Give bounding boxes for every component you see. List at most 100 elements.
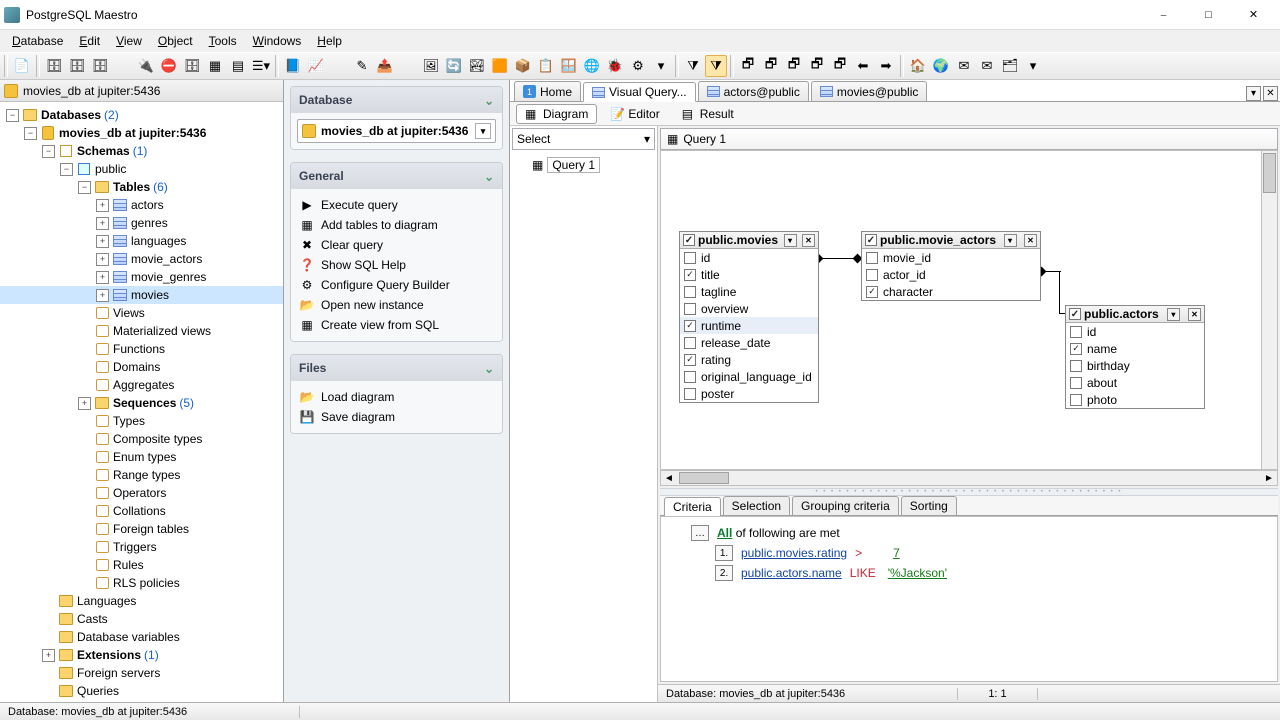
column-release_date[interactable]: release_date	[680, 334, 818, 351]
column-character[interactable]: ✓character	[862, 283, 1040, 300]
menu-windows[interactable]: Windows	[245, 32, 310, 50]
column-title[interactable]: ✓title	[680, 266, 818, 283]
tool-refresh-icon[interactable]: 🔄	[443, 55, 465, 77]
column-overview[interactable]: overview	[680, 300, 818, 317]
close-icon[interactable]: ✕	[1188, 308, 1201, 321]
tool-connect-icon[interactable]: 🔌	[135, 55, 157, 77]
action-create-view-from-sql[interactable]: ▦Create view from SQL	[297, 315, 496, 335]
table-genres[interactable]: +genres	[0, 214, 283, 232]
node-views[interactable]: Views	[0, 304, 283, 322]
tool-copy-icon[interactable]: 📋	[535, 55, 557, 77]
column-checkbox[interactable]	[684, 371, 696, 383]
node-collations[interactable]: Collations	[0, 502, 283, 520]
menu-database[interactable]: Database	[4, 32, 71, 50]
action-load-diagram[interactable]: 📂Load diagram	[297, 387, 496, 407]
tool-sql-icon[interactable]: 📘	[282, 55, 304, 77]
column-checkbox[interactable]: ✓	[1070, 343, 1082, 355]
action-configure-query-builder[interactable]: ⚙Configure Query Builder	[297, 275, 496, 295]
column-checkbox[interactable]: ✓	[684, 269, 696, 281]
query-node[interactable]: ▦Query 1	[514, 156, 653, 174]
action-open-new-instance[interactable]: 📂Open new instance	[297, 295, 496, 315]
select-all-checkbox[interactable]: ✓	[683, 234, 695, 246]
criteria-row[interactable]: 1.public.movies.rating>7	[667, 543, 1271, 563]
diagram-canvas[interactable]: ✓public.movies▾✕ id✓titletaglineoverview…	[660, 150, 1278, 470]
tool-img-icon[interactable]: 🖼	[420, 55, 442, 77]
node-types[interactable]: Types	[0, 412, 283, 430]
viewtab-diagram[interactable]: ▦Diagram	[516, 104, 597, 124]
tool-mail-icon[interactable]: ✉	[953, 55, 975, 77]
column-poster[interactable]: poster	[680, 385, 818, 402]
tool-export-icon[interactable]: 📤	[374, 55, 396, 77]
tool-windows1-icon[interactable]: 🗗	[737, 55, 759, 77]
column-photo[interactable]: photo	[1066, 391, 1204, 408]
criteria-root[interactable]: … All of following are met	[667, 523, 1271, 543]
table-box-movie-actors[interactable]: ✓public.movie_actors▾✕ movie_idactor_id✓…	[861, 231, 1041, 301]
column-checkbox[interactable]: ✓	[684, 354, 696, 366]
action-clear-query[interactable]: ✖Clear query	[297, 235, 496, 255]
tool-windows4-icon[interactable]: 🗗	[806, 55, 828, 77]
tool-db-icon[interactable]: 🗄	[181, 55, 203, 77]
column-checkbox[interactable]	[684, 286, 696, 298]
table-movie_genres[interactable]: +movie_genres	[0, 268, 283, 286]
node-public[interactable]: −public	[0, 160, 283, 178]
menu-edit[interactable]: Edit	[71, 32, 108, 50]
node-aggregates[interactable]: Aggregates	[0, 376, 283, 394]
tool-mail2-icon[interactable]: ✉	[976, 55, 998, 77]
node-triggers[interactable]: Triggers	[0, 538, 283, 556]
tab-criteria[interactable]: Criteria	[664, 497, 721, 516]
node-composite-types[interactable]: Composite types	[0, 430, 283, 448]
node-tables[interactable]: −Tables(6)	[0, 178, 283, 196]
table-movie_actors[interactable]: +movie_actors	[0, 250, 283, 268]
tool-dd2-icon[interactable]: ▾	[1022, 55, 1044, 77]
doc-tab-1[interactable]: Visual Query...	[583, 82, 696, 102]
node-domains[interactable]: Domains	[0, 358, 283, 376]
tab-selection[interactable]: Selection	[723, 496, 790, 515]
column-about[interactable]: about	[1066, 374, 1204, 391]
tab-close-button[interactable]: ✕	[1263, 86, 1278, 101]
splitter[interactable]: • • • • • • • • • • • • • • • • • • • • …	[660, 488, 1278, 496]
column-rating[interactable]: ✓rating	[680, 351, 818, 368]
node-materialized-views[interactable]: Materialized views	[0, 322, 283, 340]
node-rules[interactable]: Rules	[0, 556, 283, 574]
tool-fwd-icon[interactable]: ➡	[875, 55, 897, 77]
vertical-scrollbar[interactable]	[1261, 151, 1277, 469]
ellipsis-button[interactable]: …	[691, 525, 709, 541]
column-checkbox[interactable]	[1070, 326, 1082, 338]
action-show-sql-help[interactable]: ❓Show SQL Help	[297, 255, 496, 275]
viewtab-result[interactable]: ▤Result	[673, 104, 743, 124]
close-icon[interactable]: ✕	[1024, 234, 1037, 247]
column-checkbox[interactable]	[866, 252, 878, 264]
minimize-button[interactable]: –	[1141, 1, 1186, 29]
node-languages[interactable]: Languages	[0, 592, 283, 610]
node-foreign-servers[interactable]: Foreign servers	[0, 664, 283, 682]
collapse-icon[interactable]: ⌃	[484, 93, 494, 107]
tool-funnel-icon[interactable]: ⧩	[682, 55, 704, 77]
menu-view[interactable]: View	[108, 32, 150, 50]
action-save-diagram[interactable]: 💾Save diagram	[297, 407, 496, 427]
node-databases[interactable]: −Databases(2)	[0, 106, 283, 124]
node-casts[interactable]: Casts	[0, 610, 283, 628]
node-db[interactable]: −movies_db at jupiter:5436	[0, 124, 283, 142]
node-sequences[interactable]: +Sequences(5)	[0, 394, 283, 412]
column-checkbox[interactable]	[866, 269, 878, 281]
column-checkbox[interactable]: ✓	[866, 286, 878, 298]
menu-tools[interactable]: Tools	[201, 32, 245, 50]
node-schemas[interactable]: −Schemas(1)	[0, 142, 283, 160]
tool-funnel-active-icon[interactable]: ⧩	[705, 55, 727, 77]
column-id[interactable]: id	[1066, 323, 1204, 340]
tool-grid-icon[interactable]: ▤	[227, 55, 249, 77]
tool-windows5-icon[interactable]: 🗗	[829, 55, 851, 77]
tool-disconnect-icon[interactable]: ⛔	[158, 55, 180, 77]
menu-object[interactable]: Object	[150, 32, 201, 50]
table-languages[interactable]: +languages	[0, 232, 283, 250]
tool-cube-icon[interactable]: 🟧	[489, 55, 511, 77]
column-id[interactable]: id	[680, 249, 818, 266]
node-extensions[interactable]: +Extensions(1)	[0, 646, 283, 664]
explorer-tab[interactable]: movies_db at jupiter:5436	[0, 80, 283, 102]
tool-windows3-icon[interactable]: 🗗	[783, 55, 805, 77]
horizontal-scrollbar[interactable]: ◄►	[660, 470, 1278, 486]
node-rls-policies[interactable]: RLS policies	[0, 574, 283, 592]
chevron-down-icon[interactable]: ▾	[1004, 234, 1017, 247]
table-box-movies[interactable]: ✓public.movies▾✕ id✓titletaglineoverview…	[679, 231, 819, 403]
doc-tab-2[interactable]: actors@public	[698, 81, 809, 101]
